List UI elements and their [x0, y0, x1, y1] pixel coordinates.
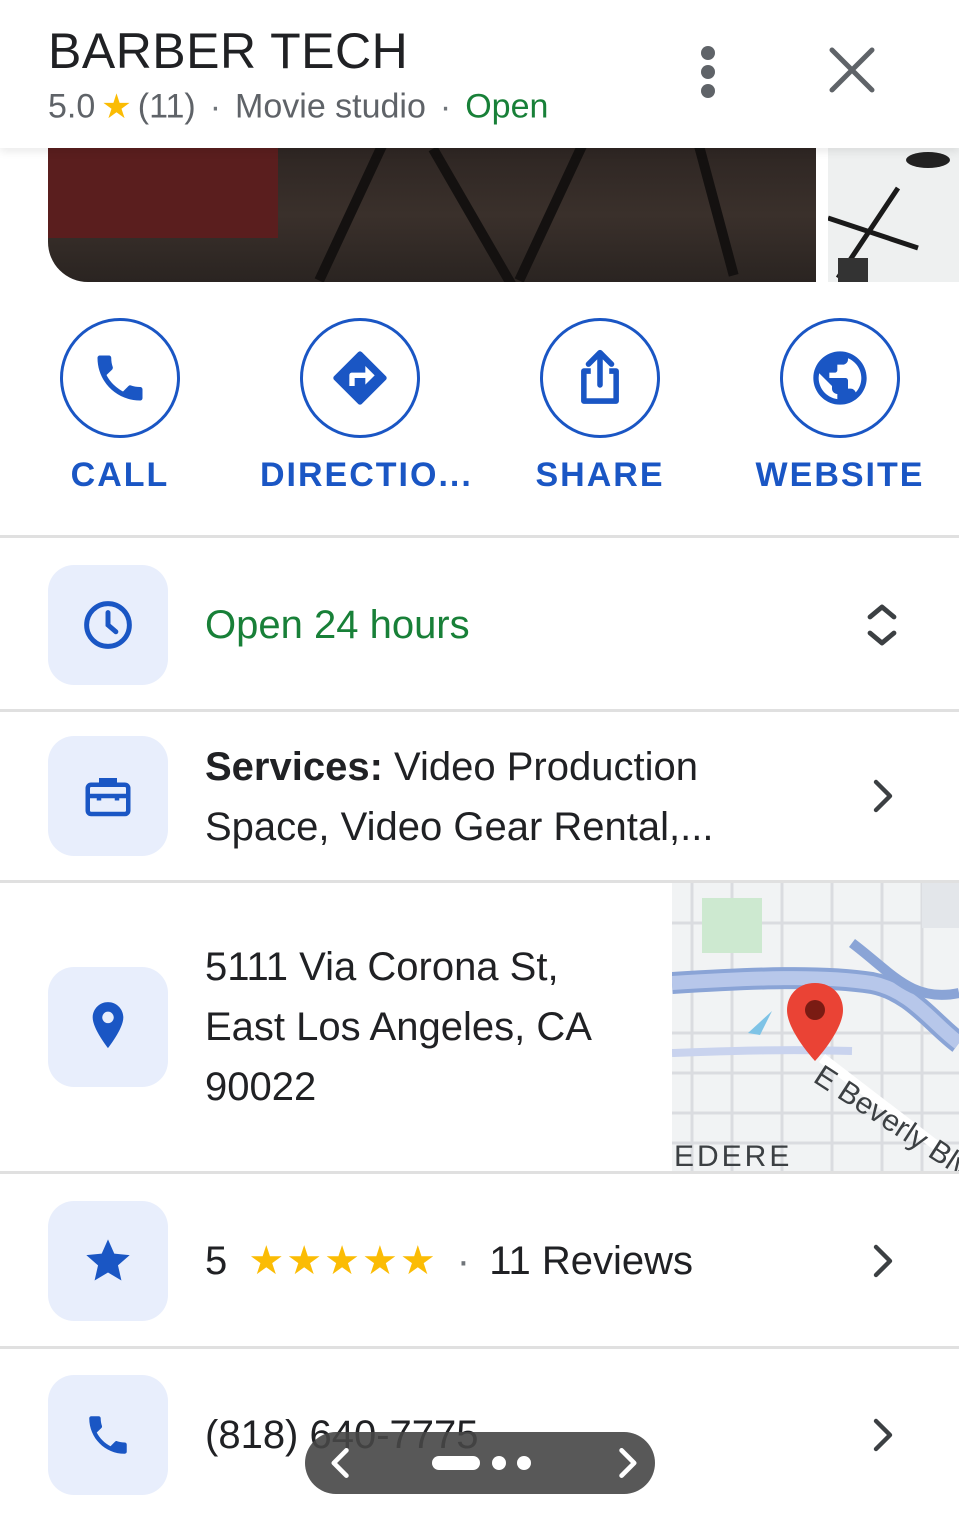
briefcase-icon — [48, 736, 168, 856]
reviews-row[interactable]: 5 ★★★★★ · 11 Reviews — [0, 1174, 959, 1346]
action-bar: CALL DIRECTIO... SHARE WEBSITE — [0, 318, 959, 508]
review-rating: 5 — [205, 1239, 228, 1283]
chevron-right-icon[interactable] — [862, 1415, 902, 1455]
place-category: Movie studio — [235, 87, 426, 126]
page-indicator-dot — [517, 1456, 531, 1470]
services-row[interactable]: Services: Video Production Space, Video … — [0, 712, 959, 880]
hours-row[interactable]: Open 24 hours — [0, 538, 959, 709]
share-icon — [540, 318, 660, 438]
open-status: Open — [465, 87, 549, 126]
call-button[interactable]: CALL — [20, 318, 220, 495]
rating-stars: ★★★★★ — [248, 1239, 438, 1283]
star-icon: ★ — [101, 88, 132, 127]
browser-nav-pill — [305, 1432, 655, 1494]
chevron-right-icon[interactable] — [862, 1241, 902, 1281]
page-indicator-active — [432, 1456, 480, 1470]
location-pin-icon — [48, 967, 168, 1087]
map-area-label: EDERE — [674, 1140, 792, 1171]
share-button[interactable]: SHARE — [500, 318, 700, 495]
place-subline: 5.0 ★ (11) · Movie studio · Open — [48, 87, 549, 127]
expand-collapse-icon[interactable] — [862, 601, 902, 646]
forward-arrow-icon[interactable] — [609, 1445, 645, 1481]
place-header: BARBER TECH 5.0 ★ (11) · Movie studio · Open — [0, 0, 959, 148]
review-count: (11) — [137, 87, 196, 126]
phone-icon — [48, 1375, 168, 1495]
chevron-right-icon[interactable] — [862, 776, 902, 816]
map-thumbnail[interactable]: E Beverly Blv EDERE — [672, 883, 959, 1171]
review-count-text: 11 Reviews — [489, 1239, 694, 1283]
website-button[interactable]: WEBSITE — [740, 318, 940, 495]
phone-icon — [60, 318, 180, 438]
place-title: BARBER TECH — [48, 23, 409, 79]
clock-icon — [48, 565, 168, 685]
address-text: 5111 Via Corona St, East Los Angeles, CA… — [205, 945, 592, 1109]
hours-text: Open 24 hours — [205, 603, 470, 647]
more-options-icon[interactable] — [686, 42, 730, 102]
directions-button[interactable]: DIRECTIO... — [260, 318, 471, 495]
star-icon — [48, 1201, 168, 1321]
place-photo-secondary[interactable] — [828, 148, 959, 282]
back-arrow-icon[interactable] — [323, 1445, 359, 1481]
reviews-summary: 5 ★★★★★ · 11 Reviews — [205, 1239, 694, 1283]
services-label: Services: — [205, 745, 383, 789]
close-icon[interactable] — [822, 40, 882, 100]
page-indicator-dot — [492, 1456, 506, 1470]
services-text: Services: Video Production Space, Video … — [205, 745, 714, 849]
directions-icon — [300, 318, 420, 438]
place-photo[interactable] — [48, 148, 816, 282]
rating-value: 5.0 — [48, 87, 96, 126]
globe-icon — [780, 318, 900, 438]
